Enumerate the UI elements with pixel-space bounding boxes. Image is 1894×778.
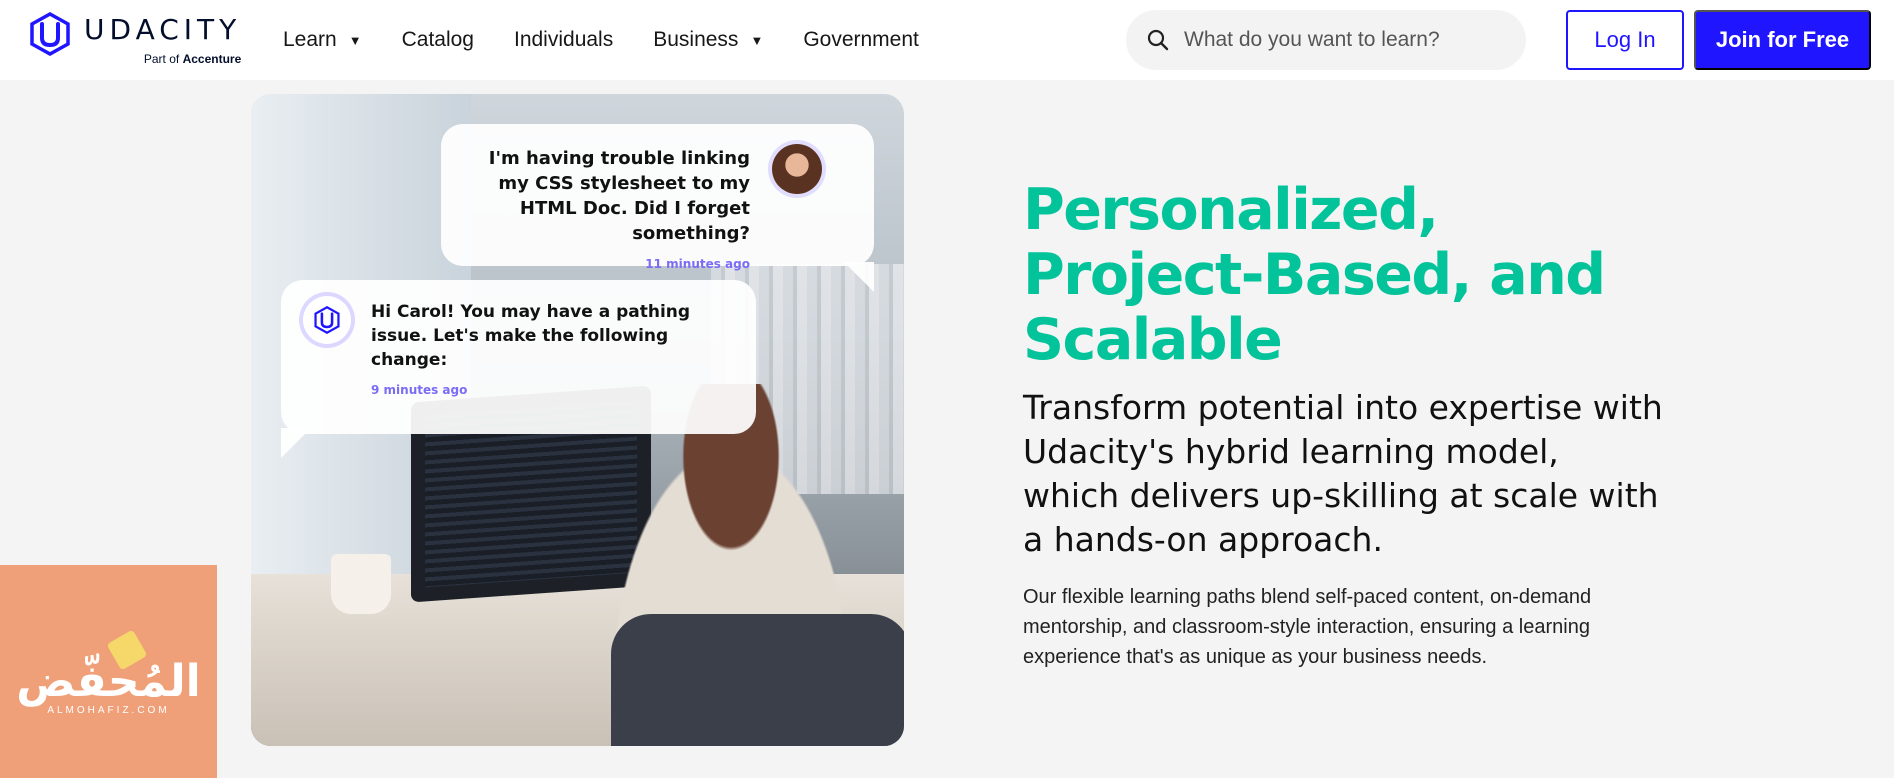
login-button[interactable]: Log In xyxy=(1566,10,1684,70)
nav-item-label: Business xyxy=(653,28,739,51)
nav-item-label: Catalog xyxy=(401,28,474,51)
join-free-button[interactable]: Join for Free xyxy=(1694,10,1871,70)
search-bar[interactable] xyxy=(1126,10,1526,70)
nav-item-business[interactable]: Business ▼ xyxy=(653,0,763,80)
bubble-tail xyxy=(281,428,311,458)
user-message: I'm having trouble linking my CSS styles… xyxy=(488,148,750,244)
udacity-logo-icon xyxy=(314,306,340,334)
user-chat-bubble: I'm having trouble linking my CSS styles… xyxy=(441,124,874,292)
user-avatar xyxy=(772,144,822,194)
nav-item-learn[interactable]: Learn ▼ xyxy=(283,0,362,80)
user-message-time: 11 minutes ago xyxy=(645,257,750,271)
agent-chat-bubble: Hi Carol! You may have a pathing issue. … xyxy=(281,280,756,458)
nav-item-individuals[interactable]: Individuals xyxy=(514,0,613,80)
search-input[interactable] xyxy=(1184,28,1514,52)
brand-tagline: Part of Accenture xyxy=(84,52,241,66)
hero-subhead: Transform potential into expertise with … xyxy=(1023,388,1663,559)
hero-headline: Personalized, Project-Based, and Scalabl… xyxy=(1023,177,1606,373)
udacity-logo[interactable]: UDACITY Part of Accenture xyxy=(28,12,248,68)
udacity-avatar-icon xyxy=(303,296,351,344)
coffee-cup xyxy=(331,554,391,614)
hero-image: I'm having trouble linking my CSS styles… xyxy=(251,94,904,746)
brand-name: UDACITY xyxy=(84,13,242,46)
brand-tagline-prefix: Part of xyxy=(143,52,180,66)
nav-item-label: Government xyxy=(803,28,919,51)
caret-down-icon: ▼ xyxy=(348,32,362,48)
chair xyxy=(611,614,904,746)
main-nav: Learn ▼ Catalog Individuals Business ▼ G… xyxy=(283,0,959,80)
caret-down-icon: ▼ xyxy=(750,32,764,48)
nav-item-label: Learn xyxy=(283,28,337,51)
agent-message: Hi Carol! You may have a pathing issue. … xyxy=(371,302,691,370)
site-header: UDACITY Part of Accenture Learn ▼ Catalo… xyxy=(0,0,1894,80)
watermark-logo: المُحفّض ALMOHAFIZ.COM xyxy=(0,565,217,778)
hero-body: Our flexible learning paths blend self-p… xyxy=(1023,586,1592,668)
nav-item-label: Individuals xyxy=(513,28,614,51)
logo-text: UDACITY Part of Accenture xyxy=(84,12,242,67)
brand-tagline-company: Accenture xyxy=(182,52,242,66)
agent-message-time: 9 minutes ago xyxy=(371,383,468,397)
bubble-tail xyxy=(844,262,874,292)
watermark-subtext: ALMOHAFIZ.COM xyxy=(47,705,170,716)
udacity-logo-icon xyxy=(30,12,70,56)
search-icon xyxy=(1147,29,1169,51)
watermark-text: المُحفّض xyxy=(16,656,201,707)
nav-item-government[interactable]: Government xyxy=(803,0,919,80)
nav-item-catalog[interactable]: Catalog xyxy=(402,0,474,80)
